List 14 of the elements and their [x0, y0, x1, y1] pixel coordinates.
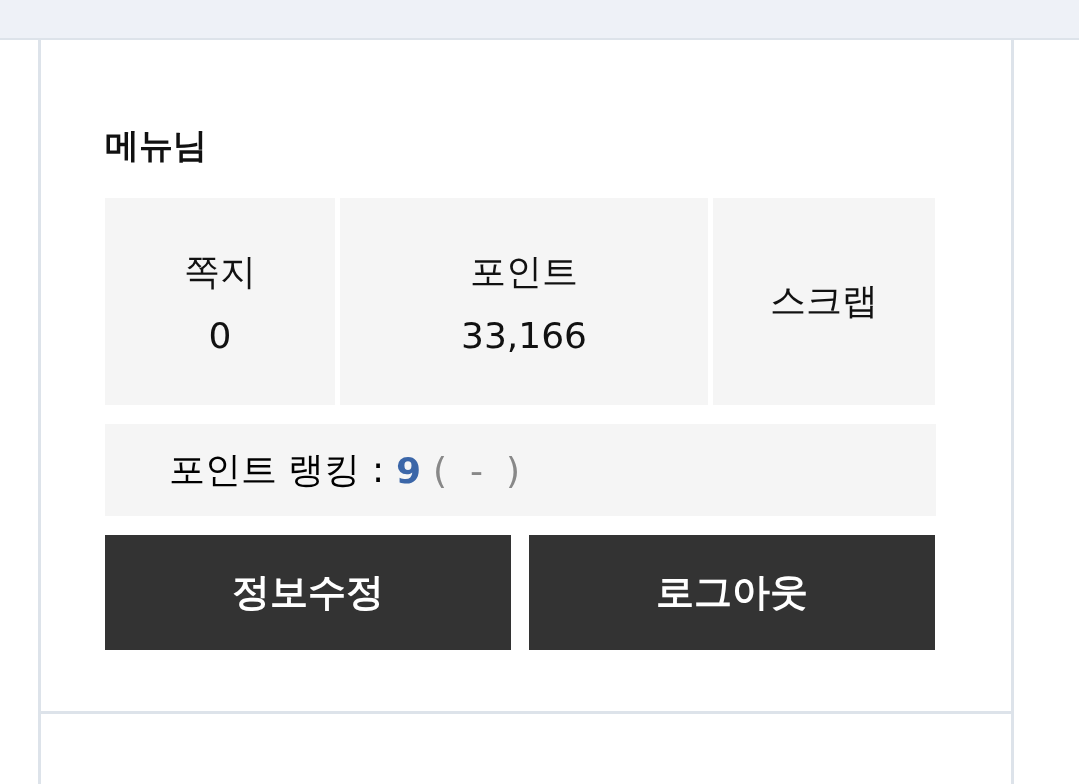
ranking-label: 포인트 랭킹 : — [169, 447, 384, 492]
stat-value: 0 — [208, 314, 232, 356]
ranking-value[interactable]: 9 — [396, 449, 422, 491]
stat-cell[interactable]: 포인트 33,166 — [340, 198, 708, 405]
stat-cell[interactable]: 쪽지 0 — [105, 198, 335, 405]
stat-label: 포인트 — [470, 249, 578, 294]
ranking-change: ( - ) — [433, 449, 520, 491]
user-name: 메뉴님 — [105, 124, 207, 167]
logout-button[interactable]: 로그아웃 — [529, 535, 935, 650]
edit-info-button[interactable]: 정보수정 — [105, 535, 511, 650]
stat-label: 쪽지 — [184, 249, 256, 294]
stat-value: 33,166 — [461, 314, 587, 356]
stat-label: 스크랩 — [770, 279, 878, 323]
scrap-button[interactable]: 스크랩 — [713, 198, 935, 405]
